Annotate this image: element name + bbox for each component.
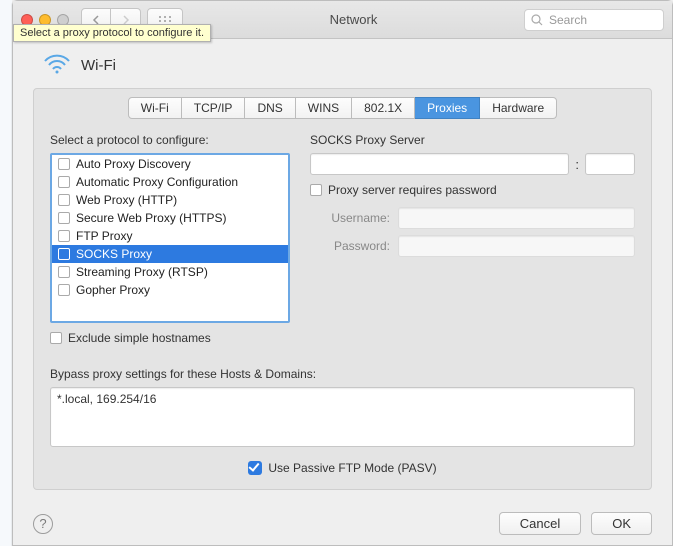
protocol-row[interactable]: FTP Proxy xyxy=(52,227,288,245)
username-label: Username: xyxy=(310,211,390,225)
bypass-label: Bypass proxy settings for these Hosts & … xyxy=(50,367,635,381)
protocol-row[interactable]: Web Proxy (HTTP) xyxy=(52,191,288,209)
server-section-label: SOCKS Proxy Server xyxy=(310,133,635,147)
protocol-row[interactable]: Automatic Proxy Configuration xyxy=(52,173,288,191)
proxy-host-input[interactable] xyxy=(310,153,569,175)
search-field[interactable]: Search xyxy=(524,9,664,31)
tab-dns[interactable]: DNS xyxy=(245,97,295,119)
requires-password-checkbox[interactable] xyxy=(310,184,322,196)
protocol-row[interactable]: Streaming Proxy (RTSP) xyxy=(52,263,288,281)
help-button[interactable]: ? xyxy=(33,514,53,534)
username-input[interactable] xyxy=(398,207,635,229)
tab-802-1x[interactable]: 802.1X xyxy=(352,97,415,119)
password-label: Password: xyxy=(310,239,390,253)
background-page-gutter xyxy=(0,0,12,546)
tab-wi-fi[interactable]: Wi-Fi xyxy=(128,97,182,119)
tab-tcp-ip[interactable]: TCP/IP xyxy=(182,97,246,119)
passive-ftp-checkbox[interactable] xyxy=(248,461,262,475)
tab-hardware[interactable]: Hardware xyxy=(480,97,557,119)
exclude-simple-checkbox[interactable] xyxy=(50,332,62,344)
protocol-label: Secure Web Proxy (HTTPS) xyxy=(76,211,226,225)
proxy-port-input[interactable] xyxy=(585,153,635,175)
protocol-checkbox[interactable] xyxy=(58,194,70,206)
protocol-label: FTP Proxy xyxy=(76,229,132,243)
protocol-list-label: Select a protocol to configure: xyxy=(50,133,290,147)
tab-wins[interactable]: WINS xyxy=(296,97,352,119)
connection-name: Wi-Fi xyxy=(81,57,116,74)
protocol-row[interactable]: Auto Proxy Discovery xyxy=(52,155,288,173)
network-preferences-window: Network Search Select a proxy protocol t… xyxy=(12,0,673,546)
passive-ftp-label: Use Passive FTP Mode (PASV) xyxy=(268,461,436,475)
protocol-label: Automatic Proxy Configuration xyxy=(76,175,238,189)
protocol-checkbox[interactable] xyxy=(58,212,70,224)
cancel-button[interactable]: Cancel xyxy=(499,512,581,535)
protocol-label: Gopher Proxy xyxy=(76,283,150,297)
settings-panel: Wi-FiTCP/IPDNSWINS802.1XProxiesHardware … xyxy=(33,88,652,490)
protocol-checkbox[interactable] xyxy=(58,158,70,170)
protocol-checkbox[interactable] xyxy=(58,266,70,278)
protocol-checkbox[interactable] xyxy=(58,284,70,296)
protocol-label: Auto Proxy Discovery xyxy=(76,157,191,171)
ok-button[interactable]: OK xyxy=(591,512,652,535)
tooltip: Select a proxy protocol to configure it. xyxy=(13,24,211,42)
protocol-checkbox[interactable] xyxy=(58,230,70,242)
password-input[interactable] xyxy=(398,235,635,257)
bypass-textarea[interactable]: *.local, 169.254/16 xyxy=(50,387,635,447)
window-title: Network xyxy=(189,12,518,27)
wifi-icon xyxy=(43,53,71,78)
host-port-separator: : xyxy=(575,157,579,172)
protocol-list[interactable]: Auto Proxy Discovery Automatic Proxy Conf… xyxy=(50,153,290,323)
requires-password-label: Proxy server requires password xyxy=(328,183,497,197)
protocol-checkbox[interactable] xyxy=(58,176,70,188)
search-icon xyxy=(531,14,543,26)
protocol-label: Web Proxy (HTTP) xyxy=(76,193,177,207)
tab-proxies[interactable]: Proxies xyxy=(415,97,480,119)
protocol-checkbox[interactable] xyxy=(58,248,70,260)
exclude-simple-label: Exclude simple hostnames xyxy=(68,331,211,345)
search-placeholder: Search xyxy=(549,13,587,27)
settings-tabs: Wi-FiTCP/IPDNSWINS802.1XProxiesHardware xyxy=(50,97,635,119)
protocol-row[interactable]: Secure Web Proxy (HTTPS) xyxy=(52,209,288,227)
protocol-row[interactable]: SOCKS Proxy xyxy=(52,245,288,263)
protocol-row[interactable]: Gopher Proxy xyxy=(52,281,288,299)
protocol-label: SOCKS Proxy xyxy=(76,247,152,261)
protocol-label: Streaming Proxy (RTSP) xyxy=(76,265,208,279)
